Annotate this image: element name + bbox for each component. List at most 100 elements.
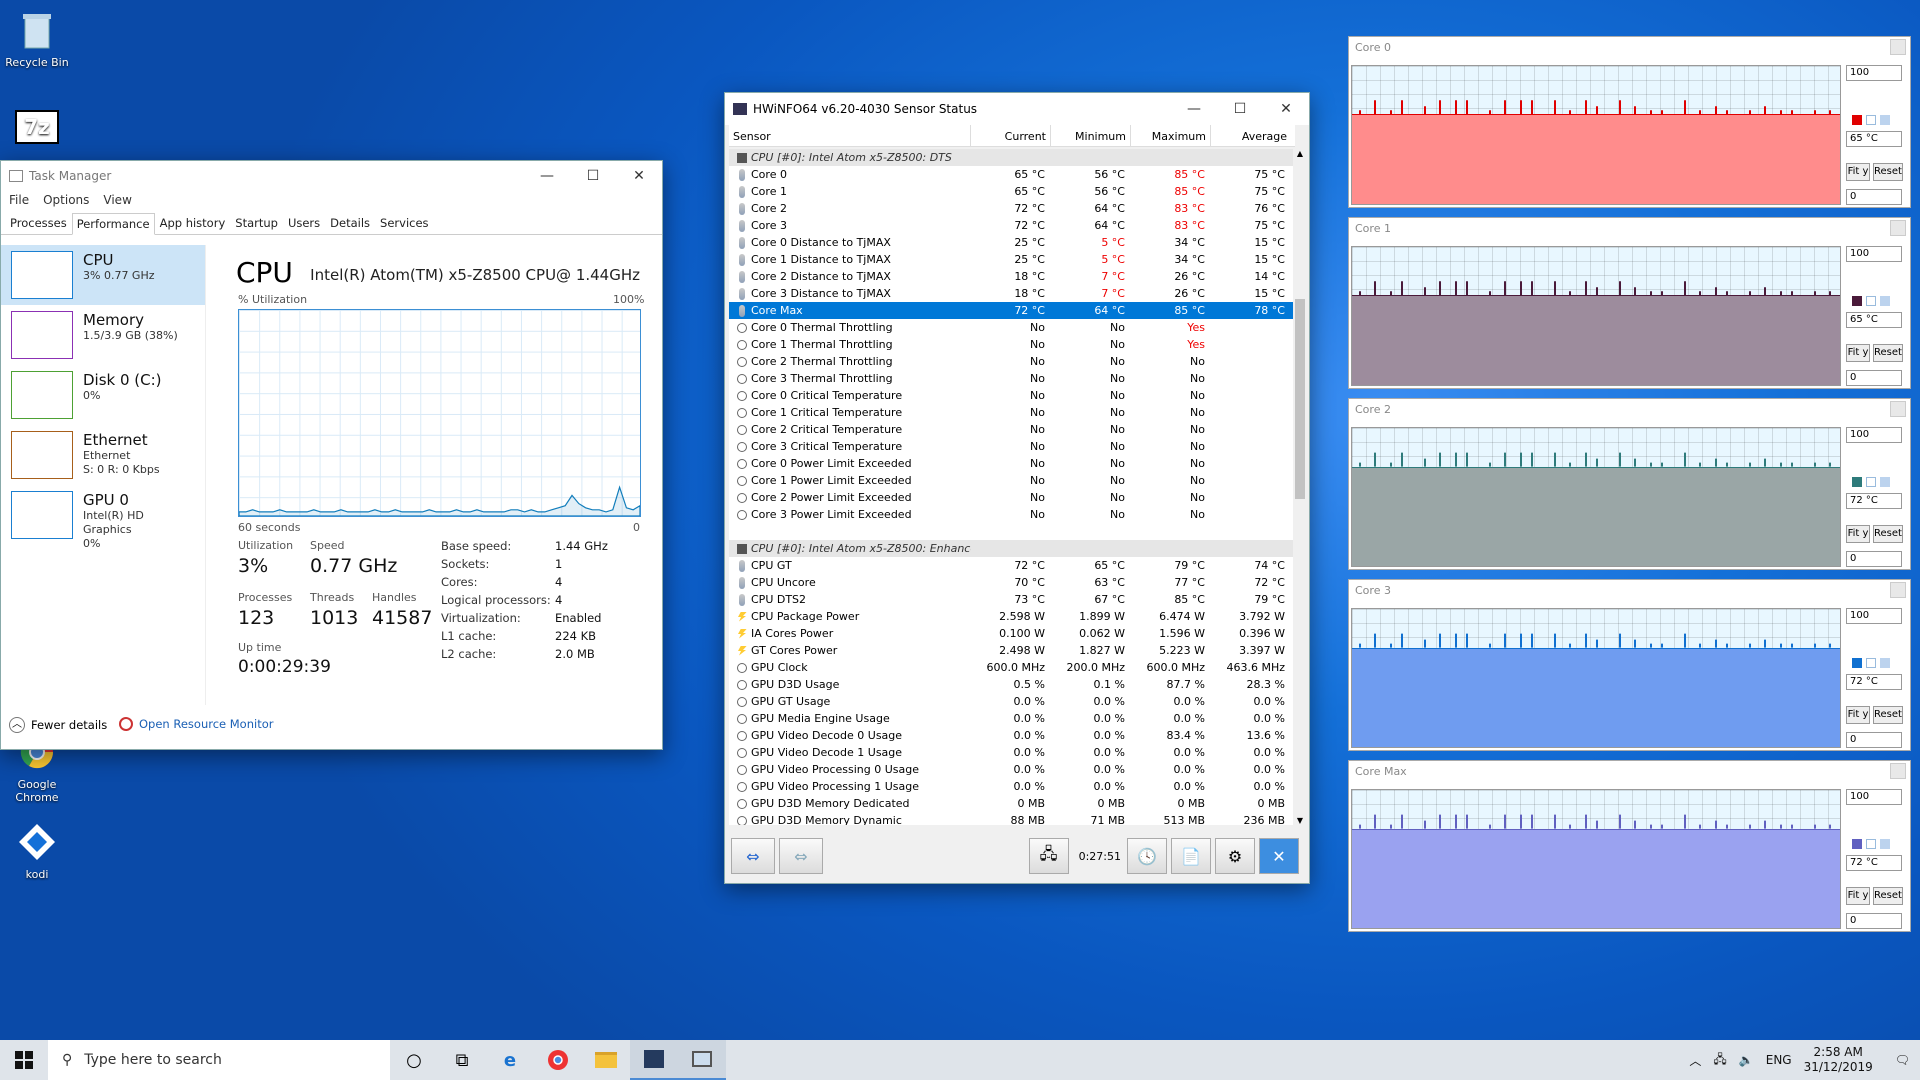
sensor-row[interactable]: GPU Clock 600.0 MHz 200.0 MHz 600.0 MHz 463.…: [729, 659, 1295, 676]
close-icon[interactable]: [1890, 401, 1906, 417]
sidebar-item-ethernet[interactable]: Ethernet Ethernet S: 0 R: 0 Kbps: [1, 425, 205, 485]
tab-users[interactable]: Users: [283, 212, 325, 234]
7zip-shortcut[interactable]: 7z: [0, 110, 74, 148]
reset-button[interactable]: Reset: [1873, 163, 1903, 181]
reset-button[interactable]: Reset: [1873, 344, 1903, 362]
col-current[interactable]: Current: [971, 125, 1051, 146]
kodi-shortcut[interactable]: kodi: [0, 820, 74, 881]
menu-options[interactable]: Options: [43, 193, 89, 209]
sensor-row[interactable]: GPU D3D Memory Dynamic 88 MB 71 MB 513 MB 23…: [729, 812, 1295, 825]
sensor-row[interactable]: Core 3 Thermal Throttling No No No: [729, 370, 1295, 387]
color-swatch[interactable]: [1866, 115, 1876, 125]
graph-min-field[interactable]: 0: [1846, 551, 1902, 567]
close-button[interactable]: ✕: [1263, 101, 1309, 117]
sensor-row[interactable]: Core 2 72 °C 64 °C 83 °C 76 °C: [729, 200, 1295, 217]
sensor-row[interactable]: GPU Video Processing 0 Usage 0.0 % 0.0 % 0.…: [729, 761, 1295, 778]
nav-arrows-2-button[interactable]: ⇔: [779, 838, 823, 874]
color-swatch[interactable]: [1880, 296, 1890, 306]
menu-view[interactable]: View: [103, 193, 131, 209]
color-swatch[interactable]: [1852, 477, 1862, 487]
task-view-button[interactable]: ⧉: [438, 1040, 486, 1080]
color-swatch[interactable]: [1866, 477, 1876, 487]
tab-details[interactable]: Details: [325, 212, 375, 234]
sensor-row[interactable]: CPU GT 72 °C 65 °C 79 °C 74 °C: [729, 557, 1295, 574]
sensor-row[interactable]: GPU D3D Usage 0.5 % 0.1 % 87.7 % 28.3 %: [729, 676, 1295, 693]
scroll-up-icon[interactable]: ▲: [1293, 149, 1307, 158]
close-icon[interactable]: [1890, 582, 1906, 598]
tab-app-history[interactable]: App history: [155, 212, 231, 234]
volume-icon[interactable]: 🔈: [1739, 1053, 1754, 1067]
tab-performance[interactable]: Performance: [71, 213, 155, 235]
sidebar-item-memory[interactable]: Memory 1.5/3.9 GB (38%): [1, 305, 205, 365]
sensor-row[interactable]: CPU DTS2 73 °C 67 °C 85 °C 79 °C: [729, 591, 1295, 608]
network-icon[interactable]: 🖧: [1713, 1050, 1726, 1071]
search-box[interactable]: ⚲ Type here to search: [48, 1040, 390, 1080]
start-button[interactable]: [0, 1040, 48, 1080]
sensor-row[interactable]: Core 1 Thermal Throttling No No Yes: [729, 336, 1295, 353]
sensor-row[interactable]: Core 2 Power Limit Exceeded No No No: [729, 489, 1295, 506]
sensor-row[interactable]: GPU D3D Memory Dedicated 0 MB 0 MB 0 MB 0 MB: [729, 795, 1295, 812]
color-swatch[interactable]: [1880, 115, 1890, 125]
sensor-row[interactable]: Core 3 Critical Temperature No No No: [729, 438, 1295, 455]
maximize-button[interactable]: ☐: [1217, 101, 1263, 117]
graph-max-field[interactable]: 100: [1846, 246, 1902, 262]
sidebar-item-disk[interactable]: Disk 0 (C:) 0%: [1, 365, 205, 425]
sensor-row[interactable]: Core 2 Distance to TjMAX 18 °C 7 °C 26 °C 14…: [729, 268, 1295, 285]
color-swatch[interactable]: [1866, 296, 1876, 306]
sensor-row[interactable]: GT Cores Power 2.498 W 1.827 W 5.223 W 3.397…: [729, 642, 1295, 659]
close-icon[interactable]: [1890, 39, 1906, 55]
col-minimum[interactable]: Minimum: [1051, 125, 1131, 146]
color-swatch[interactable]: [1880, 658, 1890, 668]
tab-startup[interactable]: Startup: [230, 212, 283, 234]
notifications-icon[interactable]: 🗨: [1895, 1053, 1910, 1067]
sensor-row[interactable]: Core 0 Critical Temperature No No No: [729, 387, 1295, 404]
language-indicator[interactable]: ENG: [1766, 1053, 1792, 1067]
sensor-row[interactable]: Core 1 Power Limit Exceeded No No No: [729, 472, 1295, 489]
nav-arrows-button[interactable]: ⇔: [731, 838, 775, 874]
tab-services[interactable]: Services: [375, 212, 434, 234]
clock[interactable]: 2:58 AM 31/12/2019: [1804, 1045, 1873, 1075]
clock-button[interactable]: 🕓: [1127, 838, 1167, 874]
sensor-row[interactable]: Core 1 Critical Temperature No No No: [729, 404, 1295, 421]
col-maximum[interactable]: Maximum: [1131, 125, 1211, 146]
minimize-button[interactable]: —: [524, 168, 570, 184]
sensor-row[interactable]: Core Max 72 °C 64 °C 85 °C 78 °C: [729, 302, 1295, 319]
hwinfo-taskbar-button[interactable]: [678, 1040, 726, 1080]
col-sensor[interactable]: Sensor: [729, 125, 971, 146]
sensor-row[interactable]: Core 1 Distance to TjMAX 25 °C 5 °C 34 °C 15…: [729, 251, 1295, 268]
file-explorer-button[interactable]: [582, 1040, 630, 1080]
edge-button[interactable]: e: [486, 1040, 534, 1080]
color-swatch[interactable]: [1866, 839, 1876, 849]
fit-y-button[interactable]: Fit y: [1846, 344, 1870, 362]
color-swatch[interactable]: [1880, 839, 1890, 849]
color-swatch[interactable]: [1852, 658, 1862, 668]
sensor-row[interactable]: CPU Uncore 70 °C 63 °C 77 °C 72 °C: [729, 574, 1295, 591]
sensor-row[interactable]: Core 2 Critical Temperature No No No: [729, 421, 1295, 438]
recycle-bin-shortcut[interactable]: Recycle Bin: [0, 8, 74, 69]
scroll-down-icon[interactable]: ▼: [1293, 816, 1307, 825]
fit-y-button[interactable]: Fit y: [1846, 163, 1870, 181]
settings-button[interactable]: ⚙: [1215, 838, 1255, 874]
sensor-row[interactable]: GPU GT Usage 0.0 % 0.0 % 0.0 % 0.0 %: [729, 693, 1295, 710]
scrollbar-thumb[interactable]: [1295, 299, 1305, 499]
sensor-row[interactable]: GPU Media Engine Usage 0.0 % 0.0 % 0.0 % 0.0…: [729, 710, 1295, 727]
menu-file[interactable]: File: [9, 193, 29, 209]
network-button[interactable]: 🖧: [1028, 838, 1069, 874]
open-resource-monitor-link[interactable]: Open Resource Monitor: [119, 717, 273, 731]
graph-max-field[interactable]: 100: [1846, 65, 1902, 81]
sensor-row[interactable]: Core 3 Power Limit Exceeded No No No: [729, 506, 1295, 523]
sensor-row[interactable]: GPU Video Decode 1 Usage 0.0 % 0.0 % 0.0 % 0…: [729, 744, 1295, 761]
log-button[interactable]: 📄: [1171, 838, 1211, 874]
reset-button[interactable]: Reset: [1873, 887, 1903, 905]
color-swatch[interactable]: [1852, 839, 1862, 849]
fit-y-button[interactable]: Fit y: [1846, 525, 1870, 543]
col-average[interactable]: Average: [1211, 125, 1291, 146]
graph-max-field[interactable]: 100: [1846, 789, 1902, 805]
sensor-row[interactable]: Core 0 Power Limit Exceeded No No No: [729, 455, 1295, 472]
graph-min-field[interactable]: 0: [1846, 913, 1902, 929]
sensor-row[interactable]: GPU Video Processing 1 Usage 0.0 % 0.0 % 0.…: [729, 778, 1295, 795]
sidebar-item-gpu[interactable]: GPU 0 Intel(R) HD Graphics 0%: [1, 485, 205, 550]
sensor-row[interactable]: Core 0 Thermal Throttling No No Yes: [729, 319, 1295, 336]
graph-min-field[interactable]: 0: [1846, 732, 1902, 748]
color-swatch[interactable]: [1852, 115, 1862, 125]
